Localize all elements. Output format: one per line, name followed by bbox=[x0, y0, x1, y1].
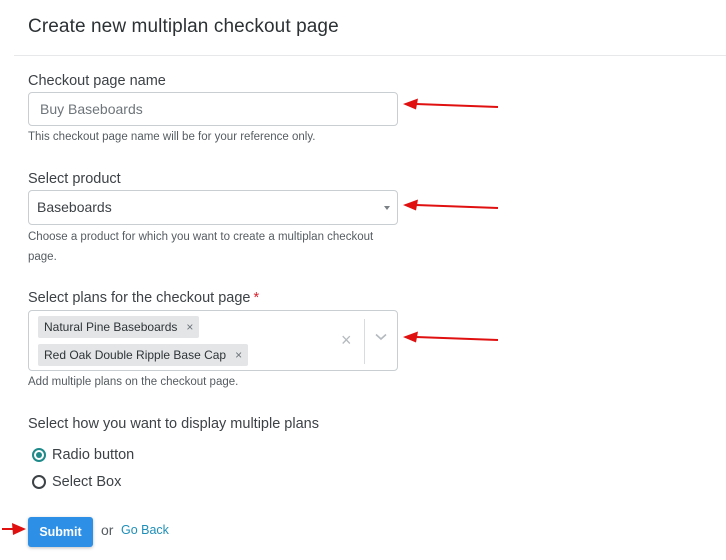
arrow-right-icon bbox=[2, 523, 26, 535]
plan-tag: Red Oak Double Ripple Base Cap × bbox=[38, 344, 249, 366]
product-select-value: Baseboards bbox=[37, 199, 112, 215]
radio-unselected-icon[interactable] bbox=[32, 475, 46, 489]
arrow-left-icon bbox=[403, 98, 499, 110]
radio-option-radio-button[interactable]: Radio button bbox=[32, 447, 134, 463]
page-title: Create new multiplan checkout page bbox=[28, 16, 339, 37]
arrow-left-icon bbox=[403, 199, 499, 211]
remove-tag-icon[interactable]: × bbox=[186, 316, 193, 338]
product-label: Select product bbox=[28, 171, 121, 187]
plan-tag-label: Red Oak Double Ripple Base Cap bbox=[44, 348, 227, 362]
plan-tag: Natural Pine Baseboards × bbox=[38, 316, 200, 338]
plans-label-text: Select plans for the checkout page bbox=[28, 290, 251, 306]
clear-all-icon[interactable]: × bbox=[341, 330, 352, 350]
plans-multiselect[interactable]: Natural Pine Baseboards × Red Oak Double… bbox=[28, 310, 398, 371]
radio-option-label: Radio button bbox=[52, 447, 135, 463]
checkout-name-label: Checkout page name bbox=[28, 73, 166, 89]
submit-button[interactable]: Submit bbox=[28, 517, 93, 547]
caret-down-icon bbox=[384, 206, 390, 210]
checkout-name-help: This checkout page name will be for your… bbox=[28, 131, 316, 143]
checkout-name-value: Buy Baseboards bbox=[40, 101, 143, 117]
plan-tag-label: Natural Pine Baseboards bbox=[44, 320, 178, 334]
radio-selected-icon[interactable] bbox=[32, 448, 46, 462]
go-back-link[interactable]: Go Back bbox=[121, 523, 169, 537]
divider bbox=[364, 319, 365, 364]
checkout-name-input[interactable]: Buy Baseboards bbox=[28, 92, 398, 126]
plans-help: Add multiple plans on the checkout page. bbox=[28, 376, 239, 388]
remove-tag-icon[interactable]: × bbox=[235, 344, 242, 366]
product-help: Choose a product for which you want to c… bbox=[28, 231, 374, 263]
radio-option-select-box[interactable]: Select Box bbox=[32, 474, 121, 490]
radio-option-label: Select Box bbox=[52, 474, 122, 490]
plans-label: Select plans for the checkout page * bbox=[28, 290, 259, 306]
product-select[interactable]: Baseboards bbox=[28, 190, 398, 225]
display-label: Select how you want to display multiple … bbox=[28, 416, 319, 432]
page-header: Create new multiplan checkout page bbox=[14, 0, 726, 56]
or-text: or bbox=[101, 522, 114, 538]
required-asterisk: * bbox=[253, 290, 260, 306]
chevron-down-icon[interactable] bbox=[375, 333, 387, 341]
arrow-left-icon bbox=[403, 331, 499, 343]
